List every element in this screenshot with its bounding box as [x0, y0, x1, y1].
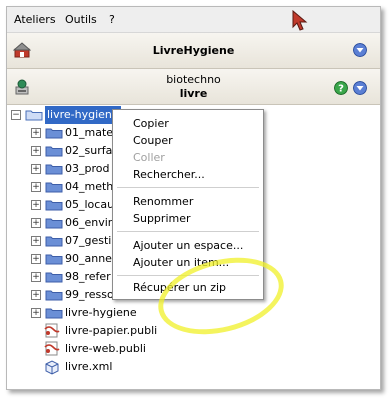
- item-header: biotechno livre ?: [7, 69, 380, 105]
- tree-item-label: 03_prod: [65, 162, 110, 175]
- expand-toggle-icon[interactable]: +: [31, 236, 41, 246]
- expand-toggle-icon[interactable]: +: [31, 146, 41, 156]
- menu-item-rechercher[interactable]: Rechercher...: [133, 168, 205, 181]
- xml-cube-icon: [45, 360, 59, 375]
- menu-item-copier[interactable]: Copier: [133, 117, 169, 130]
- folder-icon: [45, 164, 63, 175]
- tree-item-label: 98_refer: [65, 270, 111, 283]
- tree-item-label: 90_anne: [65, 252, 112, 265]
- publication-icon: [44, 341, 60, 356]
- tree-item-label: livre.xml: [65, 360, 113, 373]
- tree-item-label: livre-hygiene: [65, 306, 137, 319]
- tree-row[interactable]: livre-papier.publi: [7, 322, 157, 340]
- expand-toggle-icon[interactable]: +: [31, 182, 41, 192]
- menu-ateliers[interactable]: Ateliers: [14, 13, 56, 26]
- tree-item-label: 01_mate: [65, 126, 114, 139]
- tree-item-label: 05_locau: [65, 198, 115, 211]
- workshop-header: LivreHygiene: [7, 33, 380, 69]
- tree-item-label: livre-web.publi: [65, 342, 146, 355]
- expand-toggle-icon[interactable]: +: [31, 128, 41, 138]
- folder-icon: [45, 272, 63, 283]
- svg-text:?: ?: [338, 84, 344, 95]
- folder-icon: [45, 218, 63, 229]
- menu-separator: [117, 231, 259, 232]
- menu-item-ajouter-item[interactable]: Ajouter un item...: [133, 256, 229, 269]
- folder-open-icon: [25, 110, 43, 121]
- tree-row[interactable]: + 04_meth: [7, 178, 127, 196]
- item-title: livre: [179, 87, 208, 100]
- tree-item-label: 07_gesti: [65, 234, 112, 247]
- folder-icon: [45, 308, 63, 319]
- tree-row[interactable]: + livre-hygiene: [7, 304, 147, 322]
- menu-item-coller: Coller: [133, 151, 165, 164]
- item-subtitle: biotechno: [166, 73, 221, 86]
- tree-row[interactable]: + 98_refer: [7, 268, 127, 286]
- tree-row[interactable]: + 05_locau: [7, 196, 127, 214]
- tree-row[interactable]: + 99_resso: [7, 286, 127, 304]
- tree-row[interactable]: + 01_mate: [7, 124, 127, 142]
- publication-icon: [44, 323, 60, 338]
- tree-row[interactable]: + 07_gesti: [7, 232, 127, 250]
- tree-row[interactable]: livre-web.publi: [7, 340, 157, 358]
- expand-toggle-icon[interactable]: +: [31, 272, 41, 282]
- collapse-down-icon[interactable]: [353, 43, 367, 57]
- tree-item-label: livre-hygiene: [45, 106, 121, 124]
- tree-row[interactable]: livre.xml: [7, 358, 157, 376]
- expand-toggle-icon[interactable]: +: [31, 218, 41, 228]
- collapse-toggle-icon[interactable]: −: [11, 110, 21, 120]
- tree-item-label: 04_meth: [65, 180, 114, 193]
- folder-icon: [45, 182, 63, 193]
- expand-toggle-icon[interactable]: +: [31, 308, 41, 318]
- help-icon[interactable]: ?: [334, 81, 348, 95]
- menu-separator: [117, 187, 259, 188]
- folder-icon: [45, 200, 63, 211]
- expand-toggle-icon[interactable]: +: [31, 164, 41, 174]
- tree-row[interactable]: + 06_envir: [7, 214, 127, 232]
- menu-item-recuperer-zip[interactable]: Récupérer un zip: [133, 281, 226, 294]
- folder-icon: [45, 236, 63, 247]
- folder-icon: [45, 146, 63, 157]
- expand-toggle-icon[interactable]: +: [31, 290, 41, 300]
- collapse-down-icon[interactable]: [353, 81, 367, 95]
- tree-item-label: livre-papier.publi: [65, 324, 158, 337]
- tree-item-label: 06_envir: [65, 216, 113, 229]
- workshop-title: LivreHygiene: [152, 44, 235, 57]
- app-window: Ateliers Outils ? LivreHygiene biotechno…: [6, 6, 381, 390]
- tree-row[interactable]: + 02_surfa: [7, 142, 127, 160]
- context-menu: Copier Couper Coller Rechercher... Renom…: [112, 109, 264, 300]
- folder-icon: [45, 254, 63, 265]
- expand-toggle-icon[interactable]: +: [31, 200, 41, 210]
- tree-item-label: 99_resso: [65, 288, 114, 301]
- tree-row[interactable]: + 90_anne: [7, 250, 127, 268]
- folder-icon: [45, 290, 63, 301]
- menu-outils[interactable]: Outils: [65, 13, 97, 26]
- tree-row[interactable]: + 03_prod: [7, 160, 127, 178]
- mouse-cursor-icon: [292, 10, 308, 31]
- menu-item-ajouter-espace[interactable]: Ajouter un espace...: [133, 239, 243, 252]
- menu-help[interactable]: ?: [109, 13, 115, 26]
- menu-bar: Ateliers Outils ?: [7, 7, 380, 33]
- menu-item-supprimer[interactable]: Supprimer: [133, 212, 191, 225]
- menu-separator: [117, 275, 259, 276]
- folder-icon: [45, 128, 63, 139]
- tree-item-label: 02_surfa: [65, 144, 113, 157]
- expand-toggle-icon[interactable]: +: [31, 254, 41, 264]
- menu-item-couper[interactable]: Couper: [133, 134, 173, 147]
- menu-item-renommer[interactable]: Renommer: [133, 195, 193, 208]
